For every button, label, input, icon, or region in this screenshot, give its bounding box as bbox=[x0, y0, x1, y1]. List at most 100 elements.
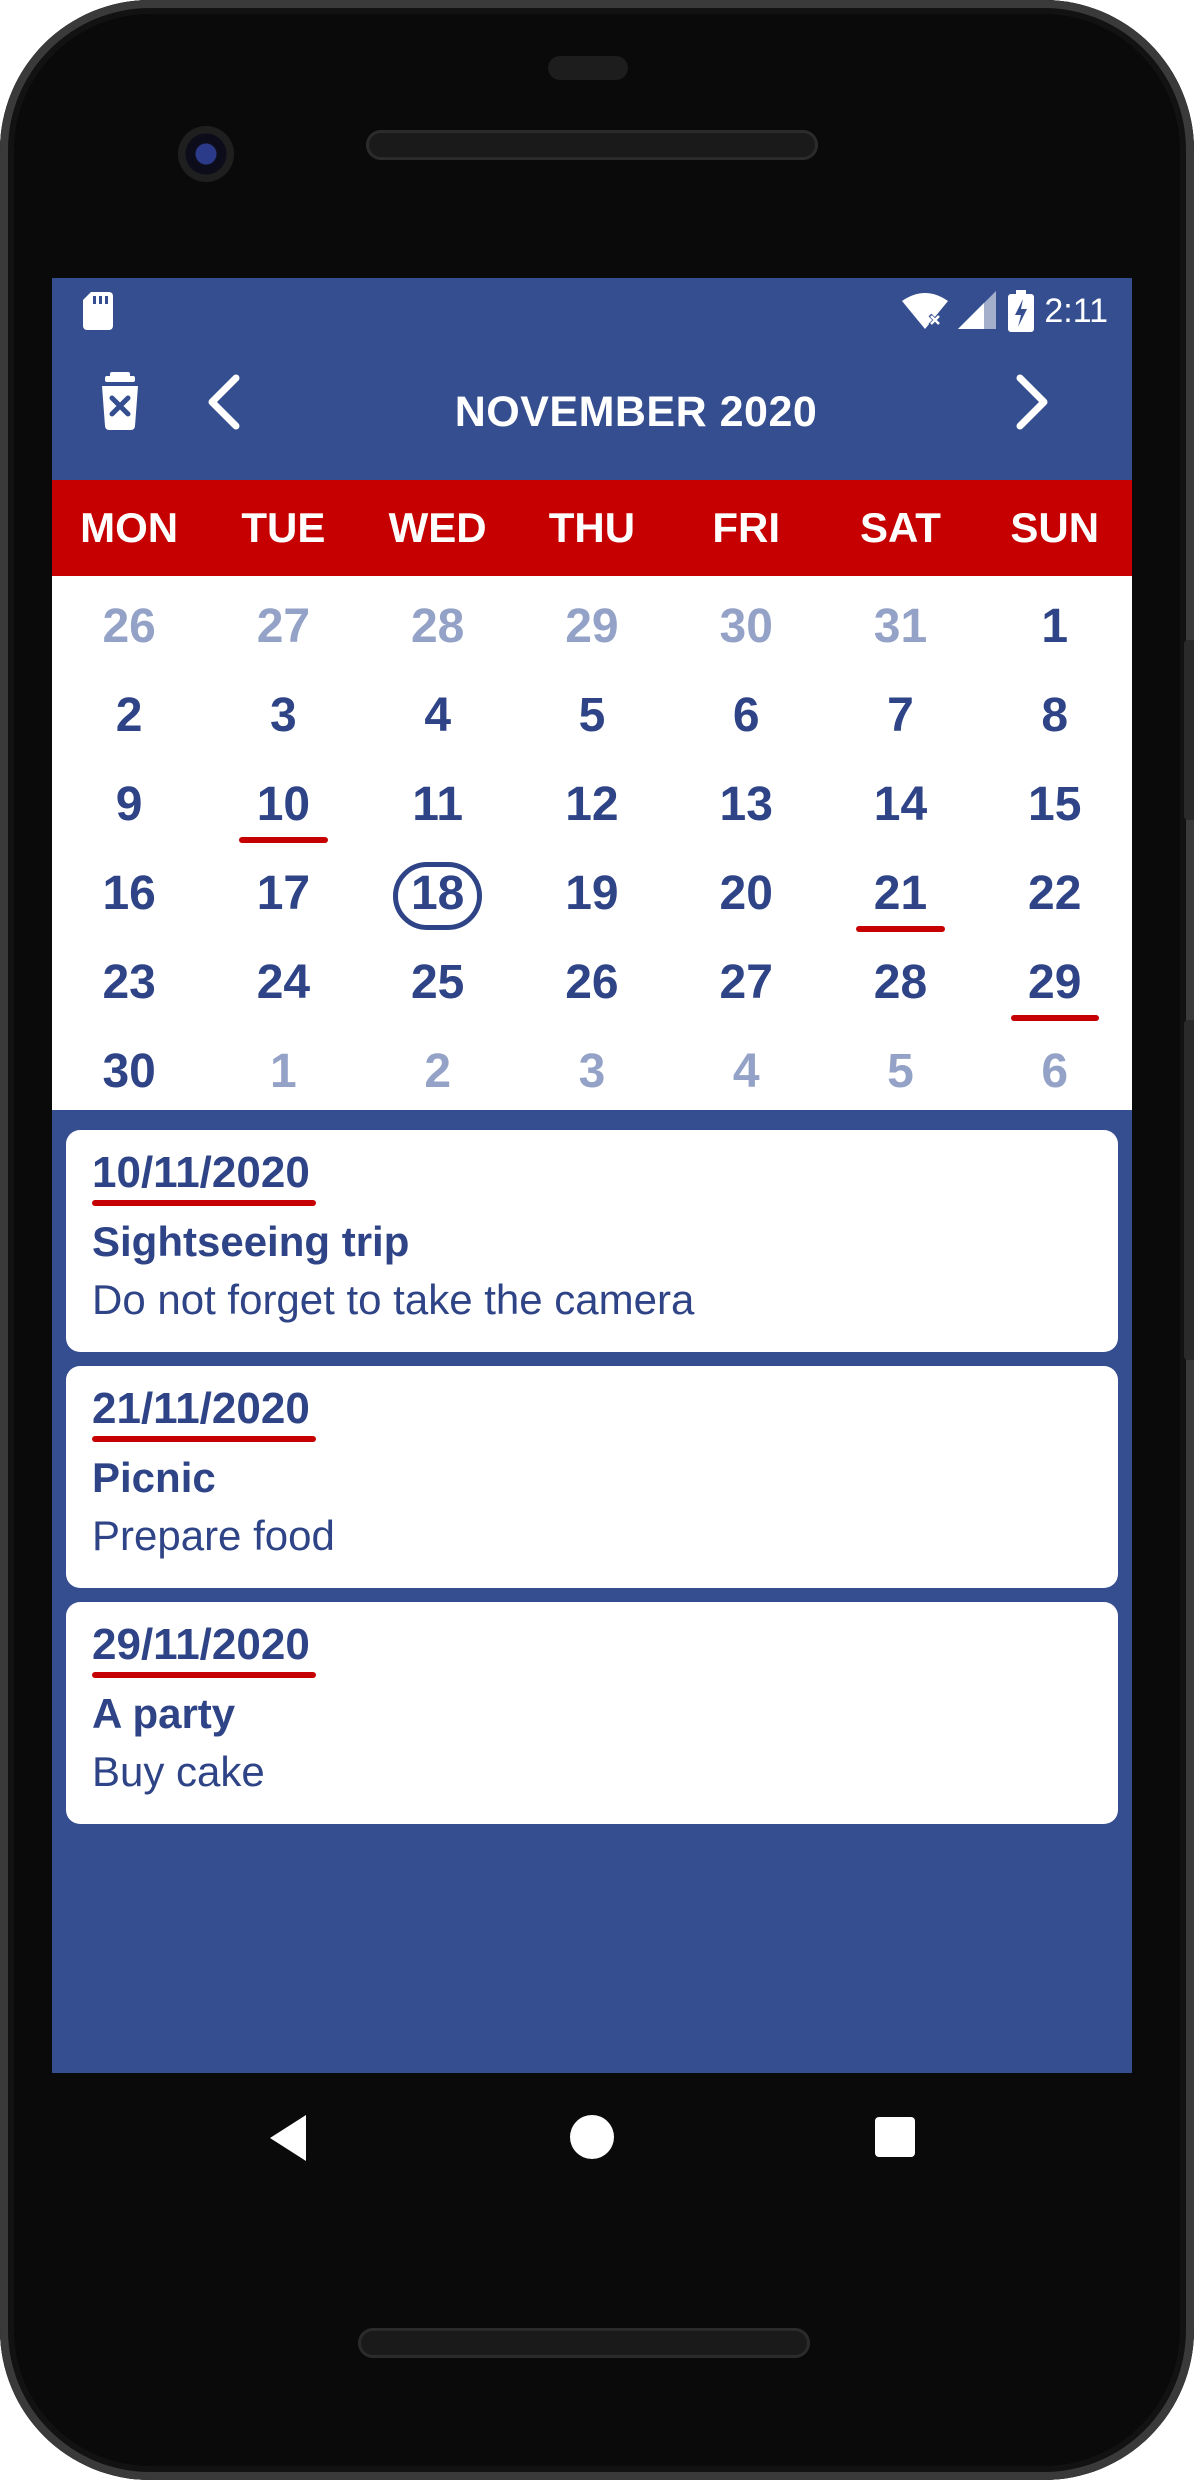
calendar-day[interactable]: 31 bbox=[823, 582, 977, 671]
calendar-week-row: 9 10 11 12 13 14 15 bbox=[52, 760, 1132, 849]
day-number: 31 bbox=[873, 600, 928, 653]
calendar-day[interactable]: 3 bbox=[206, 671, 360, 760]
calendar-week-row: 16 17 18 19 20 21 22 bbox=[52, 849, 1132, 938]
calendar-day[interactable]: 27 bbox=[669, 938, 823, 1027]
day-number: 8 bbox=[1041, 689, 1069, 742]
day-number: 24 bbox=[256, 956, 311, 1009]
event-card[interactable]: 21/11/2020 Picnic Prepare food bbox=[66, 1366, 1118, 1588]
calendar-day[interactable]: 5 bbox=[515, 671, 669, 760]
day-number: 29 bbox=[1028, 956, 1082, 1009]
calendar-day[interactable]: 20 bbox=[669, 849, 823, 938]
day-number: 13 bbox=[719, 778, 773, 831]
calendar-day[interactable]: 11 bbox=[361, 760, 515, 849]
calendar-day[interactable]: 14 bbox=[823, 760, 977, 849]
calendar-day[interactable]: 6 bbox=[669, 671, 823, 760]
calendar-day[interactable]: 4 bbox=[669, 1027, 823, 1116]
calendar-day[interactable]: 29 bbox=[515, 582, 669, 671]
weekday-label: FRI bbox=[712, 504, 781, 551]
wifi-icon bbox=[902, 293, 949, 329]
calendar-day[interactable]: 28 bbox=[361, 582, 515, 671]
calendar-day-today[interactable]: 18 bbox=[361, 849, 515, 938]
calendar-day[interactable]: 6 bbox=[978, 1027, 1132, 1116]
day-number: 22 bbox=[1028, 867, 1082, 920]
day-number: 2 bbox=[115, 689, 143, 742]
event-description: Prepare food bbox=[92, 1512, 335, 1559]
calendar-day[interactable]: 30 bbox=[52, 1027, 206, 1116]
day-number: 10 bbox=[256, 778, 311, 831]
day-number: 2 bbox=[424, 1045, 452, 1098]
calendar-day[interactable]: 19 bbox=[515, 849, 669, 938]
calendar-week-row: 26 27 28 29 30 31 1 bbox=[52, 582, 1132, 671]
home-icon[interactable] bbox=[570, 2115, 614, 2159]
weekday-label: THU bbox=[548, 504, 636, 551]
weekday-label: MON bbox=[80, 504, 179, 551]
calendar-day[interactable]: 26 bbox=[52, 582, 206, 671]
back-icon[interactable] bbox=[266, 2113, 310, 2163]
event-indicator bbox=[856, 926, 945, 932]
calendar-day[interactable]: 16 bbox=[52, 849, 206, 938]
day-number: 30 bbox=[102, 1045, 156, 1098]
day-number: 28 bbox=[410, 600, 465, 653]
calendar-day[interactable]: 12 bbox=[515, 760, 669, 849]
event-card[interactable]: 29/11/2020 A party Buy cake bbox=[66, 1602, 1118, 1824]
calendar-day[interactable]: 13 bbox=[669, 760, 823, 849]
day-number: 11 bbox=[412, 778, 464, 831]
calendar-day[interactable]: 7 bbox=[823, 671, 977, 760]
day-number: 28 bbox=[873, 956, 928, 1009]
system-nav-bar bbox=[0, 2073, 1194, 2203]
calendar-day[interactable]: 2 bbox=[361, 1027, 515, 1116]
calendar-day[interactable]: 28 bbox=[823, 938, 977, 1027]
power-button bbox=[1184, 640, 1194, 820]
battery-charging-icon bbox=[1008, 290, 1035, 332]
calendar-day-with-event[interactable]: 29 bbox=[978, 938, 1132, 1027]
day-number: 5 bbox=[578, 689, 606, 742]
day-number: 4 bbox=[732, 1045, 760, 1098]
calendar-day[interactable]: 5 bbox=[823, 1027, 977, 1116]
calendar-day[interactable]: 8 bbox=[978, 671, 1132, 760]
event-date: 10/11/2020 bbox=[92, 1148, 316, 1206]
calendar-grid: 26 27 28 29 30 31 1 2 3 4 5 6 7 8 9 10 11 12 13 14 15 16 17 18 1… bbox=[52, 576, 1132, 1110]
event-card[interactable]: 10/11/2020 Sightseeing trip Do not forge… bbox=[66, 1130, 1118, 1352]
recents-icon[interactable] bbox=[875, 2117, 915, 2157]
top-sensor bbox=[548, 56, 628, 80]
event-description: Do not forget to take the camera bbox=[92, 1276, 695, 1323]
earpiece-speaker bbox=[366, 130, 818, 160]
day-number: 5 bbox=[887, 1045, 914, 1098]
calendar-day[interactable]: 27 bbox=[206, 582, 360, 671]
event-description: Buy cake bbox=[92, 1748, 265, 1795]
calendar-day-with-event[interactable]: 10 bbox=[206, 760, 360, 849]
day-number: 16 bbox=[102, 867, 156, 920]
calendar-day[interactable]: 2 bbox=[52, 671, 206, 760]
app-screen: 2:11 NOVEMBER 2020 MON TUE WED THU FRI S… bbox=[52, 278, 1132, 2073]
day-number: 20 bbox=[719, 867, 773, 920]
calendar-day[interactable]: 22 bbox=[978, 849, 1132, 938]
day-number: 27 bbox=[256, 600, 311, 653]
calendar-day[interactable]: 1 bbox=[206, 1027, 360, 1116]
chevron-right-icon[interactable] bbox=[1000, 370, 1060, 434]
day-number: 14 bbox=[873, 778, 928, 831]
calendar-day-with-event[interactable]: 21 bbox=[823, 849, 977, 938]
calendar-day[interactable]: 25 bbox=[361, 938, 515, 1027]
calendar-day[interactable]: 4 bbox=[361, 671, 515, 760]
calendar-day[interactable]: 30 bbox=[669, 582, 823, 671]
weekday-header: MON TUE WED THU FRI SAT SUN bbox=[52, 480, 1132, 576]
calendar-day[interactable]: 3 bbox=[515, 1027, 669, 1116]
event-indicator bbox=[1010, 1015, 1099, 1021]
event-title: Sightseeing trip bbox=[92, 1218, 410, 1265]
calendar-day[interactable]: 1 bbox=[978, 582, 1132, 671]
weekday-label: SUN bbox=[1010, 504, 1100, 551]
calendar-day[interactable]: 26 bbox=[515, 938, 669, 1027]
calendar-day[interactable]: 9 bbox=[52, 760, 206, 849]
calendar-week-row: 30 1 2 3 4 5 6 bbox=[52, 1027, 1132, 1116]
calendar-day[interactable]: 24 bbox=[206, 938, 360, 1027]
calendar-day[interactable]: 15 bbox=[978, 760, 1132, 849]
day-number: 18 bbox=[410, 867, 465, 920]
day-number: 27 bbox=[719, 956, 773, 1009]
calendar-day[interactable]: 23 bbox=[52, 938, 206, 1027]
signal-icon bbox=[958, 291, 997, 329]
calendar-week-row: 23 24 25 26 27 28 29 bbox=[52, 938, 1132, 1027]
day-number: 3 bbox=[270, 689, 297, 742]
calendar-day[interactable]: 17 bbox=[206, 849, 360, 938]
month-title: NOVEMBER 2020 bbox=[454, 388, 818, 436]
day-number: 29 bbox=[565, 600, 619, 653]
